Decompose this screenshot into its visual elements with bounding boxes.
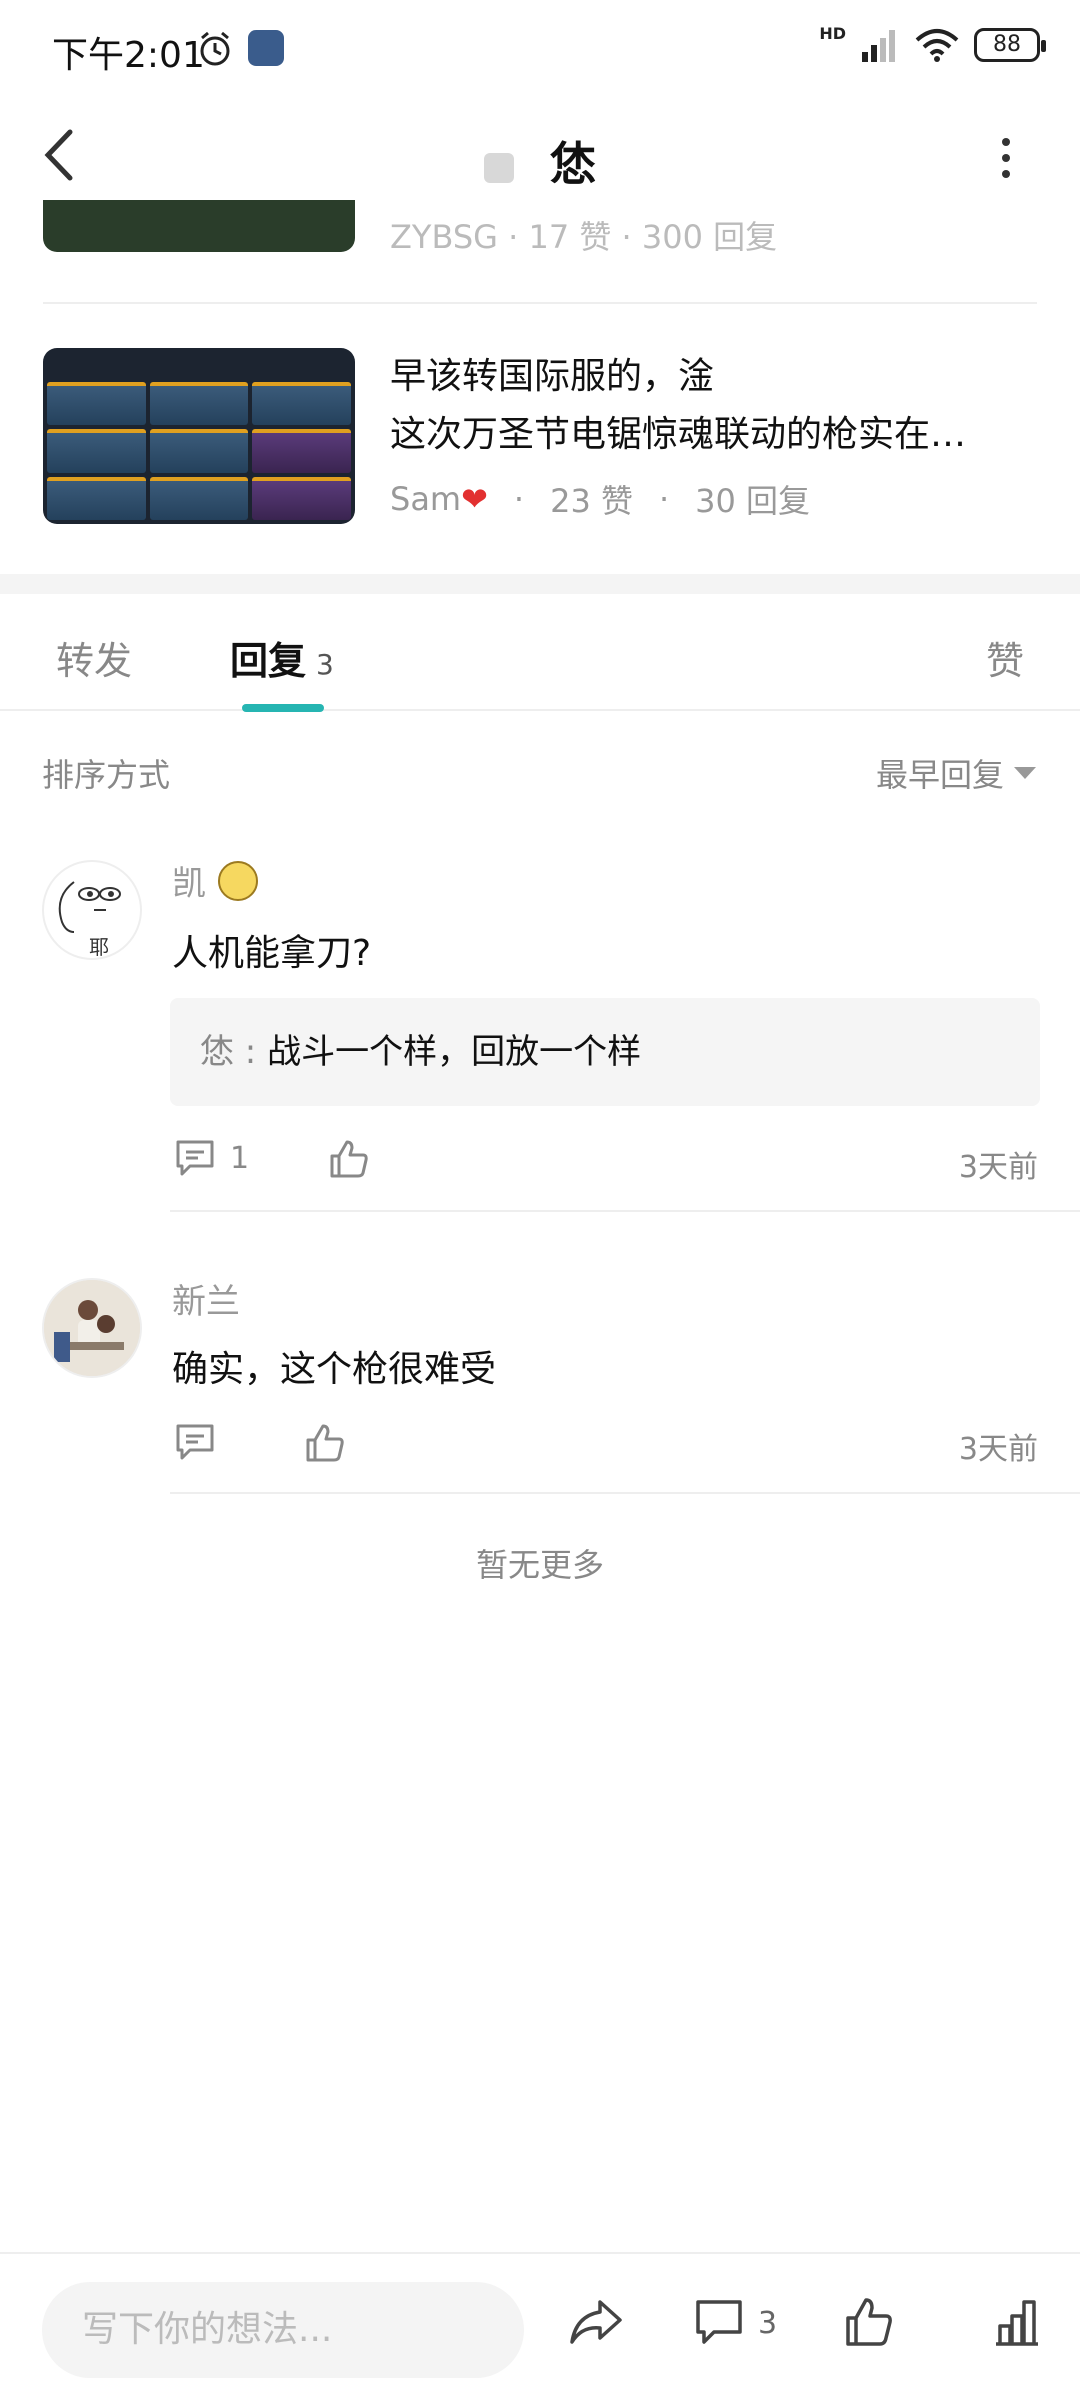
recommended-meta: Sam ❤ · 23 赞 · 30 回复	[390, 476, 810, 522]
more-options-icon[interactable]	[996, 136, 1016, 180]
divider	[170, 1492, 1080, 1494]
recommended-author[interactable]: Sam	[390, 480, 461, 518]
like-icon[interactable]	[844, 2296, 894, 2348]
page-title: 恷	[0, 128, 1080, 194]
divider	[43, 302, 1037, 304]
comment-author-name: 新兰	[172, 1282, 240, 1322]
wifi-icon	[915, 29, 959, 62]
tab-likes[interactable]: 赞	[986, 630, 1024, 685]
hd-label: HD	[819, 23, 846, 43]
tab-forward[interactable]: 转发	[56, 630, 132, 685]
status-time: 下午2:01	[52, 35, 205, 76]
comment-text: 人机能拿刀?	[172, 933, 372, 974]
reply-colon: :	[234, 1032, 268, 1072]
comment-time: 3天前	[958, 1150, 1038, 1185]
thumbnail-grid	[43, 378, 355, 524]
reply-preview[interactable]: 恷 : 战斗一个样，回放一个样	[170, 998, 1040, 1106]
comment-count: 3	[758, 2306, 778, 2341]
avatar[interactable]	[42, 1278, 142, 1378]
recommended-title[interactable]: 早该转国际服的，淦 这次万圣节电锯惊魂联动的枪实在…	[390, 348, 1030, 464]
like-icon[interactable]	[328, 1138, 370, 1180]
tab-bar: 转发 回复 3 赞	[0, 600, 1080, 710]
thumb-cell	[252, 382, 351, 426]
thumb-cell	[47, 476, 146, 520]
user-badge-icon	[218, 860, 258, 901]
recommended-title-line1: 早该转国际服的，淦	[390, 356, 715, 397]
recommended-partial-meta: ZYBSG · 17 赞 · 300 回复	[390, 218, 778, 256]
comment-icon	[176, 1424, 214, 1460]
divider	[170, 1210, 1080, 1212]
bottom-bar-divider	[0, 2252, 1080, 2254]
recommended-thumbnail[interactable]	[43, 348, 355, 524]
tab-replies-count: 3	[316, 648, 334, 681]
sort-dropdown[interactable]: 最早回复	[876, 750, 1036, 796]
page-title-text: 恷	[550, 137, 596, 191]
thumb-cell	[149, 476, 249, 520]
comment-icon[interactable]	[694, 2296, 744, 2348]
reply-count: 1	[230, 1140, 250, 1176]
nav-bar: 恷	[0, 100, 1080, 210]
recommended-likes: 23 赞	[550, 482, 633, 520]
heart-icon: ❤	[461, 480, 488, 518]
thumb-cell	[47, 429, 146, 473]
comment-author[interactable]: 新兰	[172, 1274, 240, 1323]
tab-active-indicator	[242, 704, 324, 712]
thumb-cell	[252, 476, 351, 520]
battery-indicator: 88	[974, 28, 1046, 62]
user-avatar-small	[484, 152, 514, 183]
comment-author-name: 凯	[172, 864, 206, 904]
status-icons: HD 88	[819, 24, 1046, 62]
tab-replies-label: 回复	[230, 639, 307, 683]
app-notification-icon	[248, 30, 284, 66]
recommended-replies: 30 回复	[695, 482, 811, 520]
comment-time: 3天前	[958, 1432, 1038, 1467]
separator-dot: ·	[658, 480, 670, 518]
chevron-down-icon	[1014, 767, 1036, 779]
stats-icon[interactable]	[992, 2296, 1042, 2348]
meme-avatar-image: 耶	[58, 881, 121, 959]
status-bar: 下午2:01 HD 88	[0, 0, 1080, 96]
sort-value: 最早回复	[875, 756, 1004, 794]
section-separator	[0, 574, 1080, 594]
like-icon[interactable]	[304, 1422, 346, 1464]
reply-button[interactable]	[174, 1422, 216, 1462]
thumb-cell	[47, 382, 146, 426]
tab-replies[interactable]: 回复 3	[230, 630, 334, 685]
comment-input[interactable]: 写下你的想法...	[42, 2282, 524, 2378]
thumb-cell	[149, 382, 249, 426]
reply-text: 战斗一个样，回放一个样	[267, 1032, 642, 1072]
comment-author[interactable]: 凯	[172, 856, 258, 905]
recommended-title-line2: 这次万圣节电锯惊魂联动的枪实在…	[390, 414, 967, 455]
reply-button[interactable]: 1	[174, 1138, 249, 1178]
alarm-icon	[200, 31, 230, 66]
avatar[interactable]: 耶	[42, 860, 142, 960]
thumb-cell	[149, 429, 249, 473]
thumb-cell	[252, 429, 351, 473]
sort-label: 排序方式	[42, 756, 171, 794]
svg-text:耶: 耶	[89, 935, 109, 959]
signal-icon	[862, 30, 895, 62]
separator-dot: ·	[513, 480, 525, 518]
recommended-thumbnail-partial[interactable]	[43, 200, 355, 252]
tab-divider	[0, 709, 1080, 711]
comment-icon	[176, 1140, 214, 1176]
comment-text: 确实，这个枪很难受	[172, 1349, 497, 1390]
reply-author: 恷	[200, 1032, 234, 1072]
no-more-label: 暂无更多	[475, 1546, 604, 1584]
illustration-avatar-image	[44, 1280, 140, 1376]
share-icon[interactable]	[568, 2296, 624, 2348]
